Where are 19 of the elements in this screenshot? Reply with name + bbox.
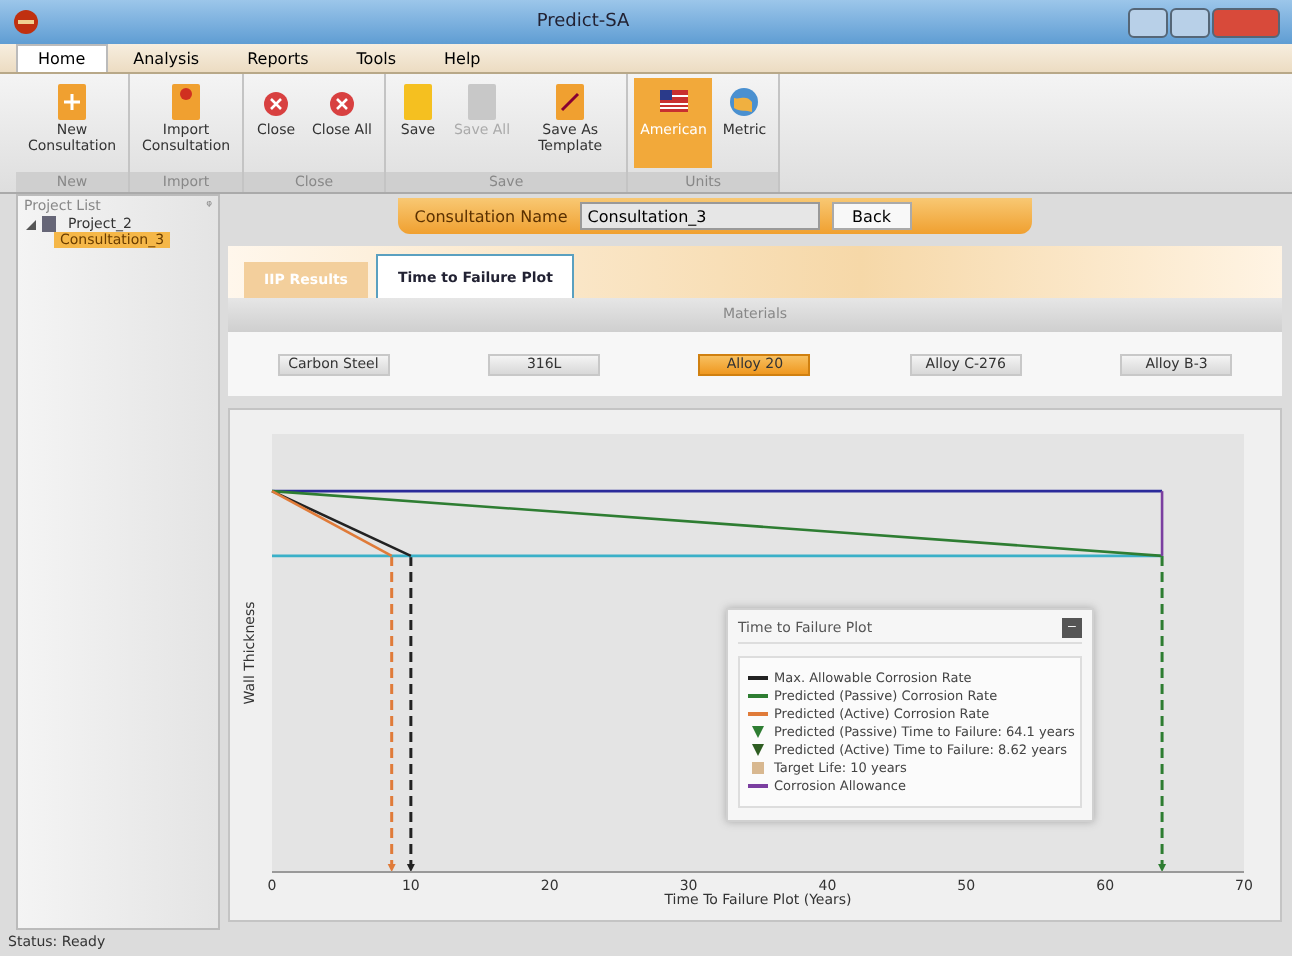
- maximize-button[interactable]: [1170, 7, 1210, 37]
- minimize-button[interactable]: [1128, 7, 1168, 37]
- field-label: Consultation Name: [414, 207, 568, 225]
- menu-tab[interactable]: Reports: [225, 44, 331, 72]
- menu-tab[interactable]: Home: [16, 44, 108, 72]
- app-logo-icon: [12, 8, 40, 36]
- menu-tab[interactable]: Tools: [334, 44, 418, 72]
- expand-arrow-icon[interactable]: [26, 219, 36, 229]
- menu-tab[interactable]: Analysis: [111, 44, 222, 72]
- close-button[interactable]: [1212, 7, 1280, 37]
- back-button[interactable]: Back: [831, 202, 912, 230]
- window-title: Predict-SA: [534, 12, 632, 32]
- globe-icon: [726, 82, 763, 122]
- document-icon: [552, 82, 589, 122]
- name-field[interactable]: Consultation_3: [579, 202, 820, 230]
- document-icon: [54, 82, 90, 122]
- project-icon: [42, 216, 56, 232]
- document-icon: [168, 82, 204, 122]
- menu-tab[interactable]: Help: [422, 44, 503, 72]
